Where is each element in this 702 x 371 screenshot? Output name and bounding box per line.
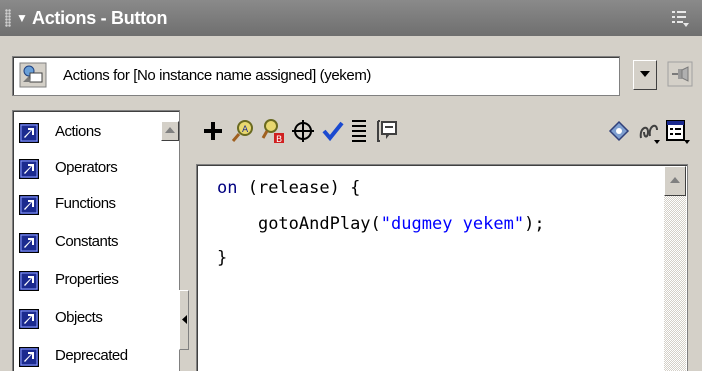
toolbox-item-operators[interactable]: Operators bbox=[13, 151, 153, 187]
panel-options-menu-icon[interactable] bbox=[670, 8, 690, 28]
check-syntax-icon[interactable] bbox=[320, 116, 346, 146]
book-icon bbox=[19, 195, 39, 215]
toolbox-scroll-up-button[interactable] bbox=[161, 121, 179, 141]
actions-panel: ▼ Actions - Button Actions for [No insta… bbox=[0, 0, 702, 371]
collapse-left-icon bbox=[182, 315, 187, 324]
toolbox-item-label: Functions bbox=[55, 195, 116, 212]
book-icon bbox=[19, 271, 39, 291]
code-function: gotoAndPlay( bbox=[257, 214, 381, 234]
show-code-hint-icon[interactable] bbox=[374, 116, 400, 146]
replace-icon[interactable]: B bbox=[260, 116, 286, 146]
script-toolbar: A B bbox=[196, 110, 702, 154]
target-selector[interactable]: Actions for [No instance name assigned] … bbox=[12, 56, 620, 96]
script-editor[interactable]: on (release) { gotoAndPlay("dugmey yekem… bbox=[196, 164, 688, 371]
collapse-arrow-icon[interactable]: ▼ bbox=[16, 10, 28, 26]
actions-toolbox: Actions Operators Functions Constants Pr… bbox=[12, 110, 180, 371]
target-label: Actions for [No instance name assigned] … bbox=[63, 67, 372, 84]
find-icon[interactable]: A bbox=[230, 116, 256, 146]
toolbox-item-label: Properties bbox=[55, 271, 119, 288]
code-text: (release) { bbox=[237, 178, 361, 198]
pane-splitter[interactable] bbox=[179, 290, 189, 350]
panel-title-bar[interactable]: ▼ Actions - Button bbox=[0, 0, 702, 36]
chevron-up-icon bbox=[165, 127, 175, 133]
book-icon bbox=[19, 233, 39, 253]
panel-title: Actions - Button bbox=[32, 8, 168, 28]
panel-drag-grip[interactable] bbox=[5, 9, 11, 27]
book-icon bbox=[19, 347, 39, 367]
code-line-2: gotoAndPlay("dugmey yekem"); bbox=[217, 213, 545, 235]
toolbox-item-label: Actions bbox=[55, 123, 101, 140]
chevron-up-icon bbox=[670, 177, 680, 183]
toolbox-item-label: Deprecated bbox=[55, 347, 128, 364]
toolbox-item-label: Operators bbox=[55, 159, 118, 176]
code-text: } bbox=[217, 248, 228, 268]
view-options-icon[interactable] bbox=[664, 116, 690, 146]
button-symbol-icon bbox=[19, 62, 47, 88]
toolbox-item-actions[interactable]: Actions bbox=[13, 115, 153, 151]
toolbox-item-label: Objects bbox=[55, 309, 103, 326]
editor-scrollbar[interactable] bbox=[664, 166, 686, 371]
insert-target-path-icon[interactable] bbox=[290, 116, 316, 146]
auto-format-icon[interactable] bbox=[346, 116, 372, 146]
toolbox-item-functions[interactable]: Functions bbox=[13, 187, 153, 223]
book-icon bbox=[19, 123, 39, 143]
toolbox-item-objects[interactable]: Objects bbox=[13, 301, 153, 337]
target-dropdown-button[interactable] bbox=[633, 60, 657, 90]
add-statement-icon[interactable] bbox=[200, 116, 226, 146]
debug-options-icon[interactable] bbox=[636, 116, 662, 146]
svg-text:A: A bbox=[242, 125, 249, 135]
toolbox-item-deprecated[interactable]: Deprecated bbox=[13, 339, 153, 371]
code-text: ); bbox=[524, 214, 545, 234]
chevron-down-icon bbox=[640, 71, 650, 77]
code-line-3: } bbox=[217, 247, 227, 269]
code-line-1: on (release) { bbox=[217, 177, 360, 199]
keyword-on: on bbox=[217, 178, 238, 198]
book-icon bbox=[19, 159, 39, 179]
editor-scroll-up-button[interactable] bbox=[664, 166, 686, 196]
book-icon bbox=[19, 309, 39, 329]
toolbox-item-constants[interactable]: Constants bbox=[13, 225, 153, 261]
pin-icon bbox=[667, 61, 693, 87]
reference-icon[interactable] bbox=[606, 116, 632, 146]
svg-text:B: B bbox=[276, 135, 282, 145]
toolbox-item-label: Constants bbox=[55, 233, 119, 250]
pin-script-button[interactable] bbox=[664, 58, 694, 90]
code-string: "dugmey yekem" bbox=[380, 214, 525, 234]
toolbox-item-properties[interactable]: Properties bbox=[13, 263, 153, 299]
